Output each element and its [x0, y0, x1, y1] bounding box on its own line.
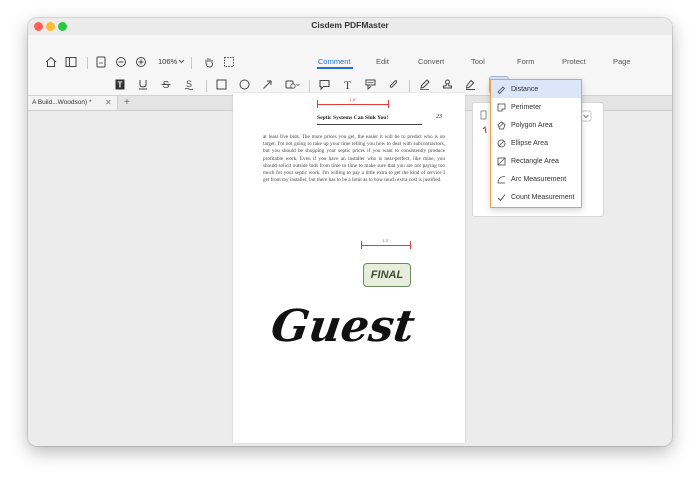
header-rule — [317, 124, 422, 125]
measure-label: 1.2" — [382, 239, 390, 243]
squiggly-underline-icon[interactable]: S — [183, 78, 195, 90]
distance-annotation[interactable]: 1.2" — [361, 239, 411, 249]
tab-form[interactable]: Form — [517, 57, 535, 66]
callout-icon[interactable] — [364, 78, 376, 90]
window-title: Cisdem PDFMaster — [311, 20, 389, 30]
app-window: Cisdem PDFMaster 106% Comment Edit Conve… — [28, 18, 672, 446]
zoom-level[interactable]: 106% — [158, 57, 177, 66]
hand-tool-icon[interactable] — [202, 55, 216, 69]
measure-menu: Distance Perimeter Polygon Area Ellipse … — [490, 79, 582, 208]
ruler-icon — [497, 85, 506, 94]
toolbar-separator — [87, 57, 88, 69]
arc-icon — [497, 175, 506, 184]
check-icon — [497, 193, 506, 202]
underline-icon[interactable] — [137, 78, 149, 90]
home-icon[interactable] — [44, 55, 58, 69]
menu-item-arc-measurement[interactable]: Arc Measurement — [491, 170, 581, 188]
menu-item-polygon-area[interactable]: Polygon Area — [491, 116, 581, 134]
polygon-area-icon — [497, 121, 506, 130]
title-bar: Cisdem PDFMaster — [28, 18, 672, 35]
menu-item-ellipse-area[interactable]: Ellipse Area — [491, 134, 581, 152]
running-head: Septic Systems Can Sink You! — [317, 115, 389, 121]
menu-item-label: Distance — [511, 85, 539, 93]
body-paragraph: at least five bids. The more prices you … — [263, 134, 445, 184]
menu-item-label: Perimeter — [511, 103, 542, 111]
arrow-icon[interactable] — [261, 78, 273, 90]
shapes-dropdown-icon[interactable] — [284, 78, 300, 90]
pencil-icon[interactable] — [418, 78, 430, 90]
svg-text:T: T — [118, 80, 123, 89]
menu-item-label: Ellipse Area — [511, 139, 548, 147]
tab-tool[interactable]: Tool — [471, 57, 485, 66]
tab-edit[interactable]: Edit — [376, 57, 389, 66]
menu-item-rectangle-area[interactable]: Rectangle Area — [491, 152, 581, 170]
zoom-in-icon[interactable] — [134, 55, 148, 69]
tab-protect[interactable]: Protect — [562, 57, 586, 66]
chevron-down-icon[interactable] — [177, 56, 185, 66]
highlight-icon[interactable]: T — [114, 78, 126, 90]
marquee-select-icon[interactable] — [222, 55, 236, 69]
menu-item-distance[interactable]: Distance — [491, 80, 581, 98]
sidebar-toggle-icon[interactable] — [64, 55, 78, 69]
new-tab-button[interactable]: + — [124, 96, 130, 109]
document-tab-label: A Build...Woodson) * — [32, 99, 92, 106]
zoom-out-icon[interactable] — [114, 55, 128, 69]
tab-comment[interactable]: Comment — [318, 57, 351, 66]
strikethrough-icon[interactable]: S — [160, 78, 172, 90]
measure-line — [317, 104, 389, 105]
page-view-icon[interactable] — [94, 55, 108, 69]
ellipse-icon[interactable] — [238, 78, 250, 90]
text-box-icon[interactable]: T — [341, 78, 353, 90]
perimeter-icon — [497, 103, 506, 112]
tab-page[interactable]: Page — [613, 57, 631, 66]
menu-item-label: Polygon Area — [511, 121, 553, 129]
attachment-icon[interactable] — [387, 78, 399, 90]
menu-item-label: Count Measurement — [511, 193, 575, 201]
close-tab-icon[interactable]: ✕ — [105, 96, 112, 110]
menu-item-perimeter[interactable]: Perimeter — [491, 98, 581, 116]
pdf-page[interactable]: 1.8" Septic Systems Can Sink You! 23 at … — [233, 93, 465, 443]
measure-label: 1.8" — [349, 98, 357, 102]
signature-drawing: Guest — [268, 300, 418, 352]
signature-icon[interactable] — [464, 78, 476, 90]
rectangle-icon[interactable] — [215, 78, 227, 90]
menu-item-label: Arc Measurement — [511, 175, 567, 183]
page-number: 23 — [436, 114, 442, 120]
toolbar-separator — [309, 80, 310, 92]
svg-text:Guest: Guest — [268, 300, 418, 352]
distance-annotation[interactable]: 1.8" — [317, 98, 389, 108]
menu-item-label: Rectangle Area — [511, 157, 559, 165]
menu-item-count-measurement[interactable]: Count Measurement — [491, 188, 581, 206]
toolbar-separator — [206, 80, 207, 92]
rectangle-area-icon — [497, 157, 506, 166]
toolbar-separator — [191, 57, 192, 69]
svg-text:T: T — [343, 79, 351, 90]
ellipse-area-icon — [497, 139, 506, 148]
svg-text:S: S — [186, 79, 192, 89]
stamp-icon[interactable] — [441, 78, 453, 90]
toolbar-separator — [409, 80, 410, 92]
measure-line — [361, 245, 411, 246]
signature-annotation[interactable]: Guest — [233, 283, 465, 368]
note-icon[interactable] — [318, 78, 330, 90]
tab-convert[interactable]: Convert — [418, 57, 444, 66]
active-tab-underline — [317, 67, 353, 69]
